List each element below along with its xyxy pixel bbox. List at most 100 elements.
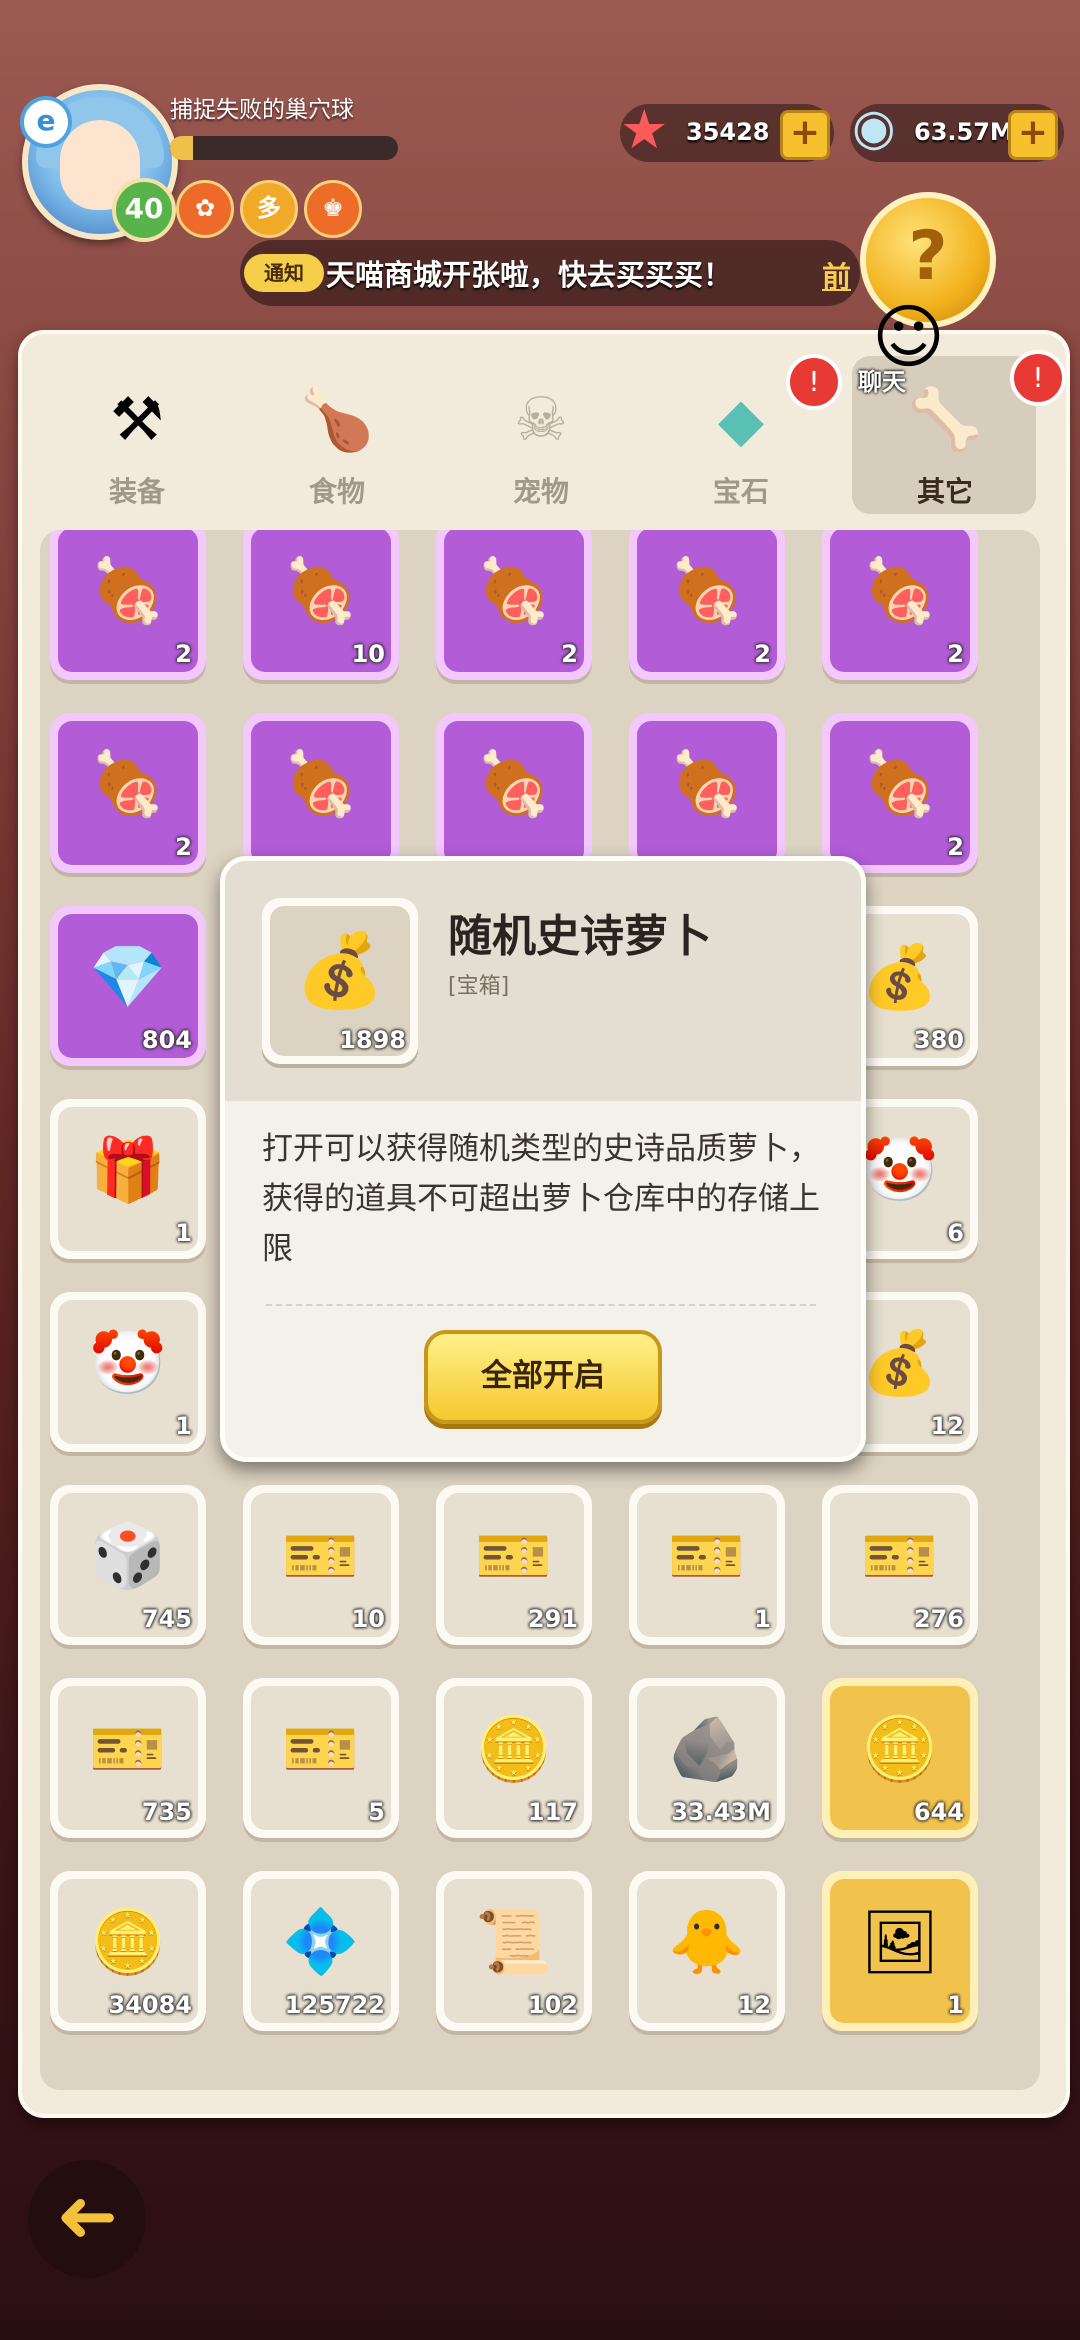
item-count: 33.43M	[671, 1798, 771, 1826]
item-count: 1	[175, 1412, 192, 1440]
item-icon: 💠	[282, 1905, 360, 1978]
buff-icon-1[interactable]: ✿	[176, 180, 234, 238]
tab-label: 食物	[308, 475, 365, 508]
inventory-slot[interactable]: 🍖 2	[822, 713, 978, 873]
skull-icon: ☠	[514, 385, 568, 455]
item-icon: 🖼	[860, 1905, 940, 1978]
inventory-slot[interactable]: 💎 804	[50, 906, 206, 1066]
inventory-slot[interactable]: 🍖	[243, 713, 399, 873]
item-icon: 🍖	[282, 554, 360, 627]
starfish-icon: ★	[620, 98, 669, 161]
back-arrow-icon[interactable]: ➜	[28, 2160, 146, 2278]
item-icon: 🪙	[89, 1905, 167, 1978]
item-icon: 🎲	[89, 1519, 167, 1592]
inventory-slot[interactable]: 🎫 291	[436, 1485, 592, 1645]
item-count: 10	[351, 1605, 385, 1633]
open-all-button[interactable]: 全部开启	[424, 1330, 662, 1424]
add-shell-button[interactable]: +	[1008, 110, 1058, 160]
inventory-slot[interactable]: 🪨 33.43M	[629, 1678, 785, 1838]
tab-pets[interactable]: ☠ 宠物	[466, 360, 616, 510]
item-count: 102	[527, 1991, 578, 2019]
item-icon: 🎁	[89, 1133, 167, 1206]
tab-label: 其它	[916, 475, 973, 508]
inventory-slot[interactable]: 🎲 745	[50, 1485, 206, 1645]
inventory-slot[interactable]: 📜 102	[436, 1871, 592, 2031]
add-starfish-button[interactable]: +	[780, 110, 830, 160]
quest-title[interactable]: 捕捉失败的巢穴球	[170, 90, 354, 124]
exp-progress-bar	[170, 136, 398, 160]
notice-text: 天喵商城开张啦，快去买买买！	[326, 258, 733, 292]
inventory-slot[interactable]: 🍖 2	[436, 530, 592, 680]
item-icon: 🪨	[668, 1712, 746, 1785]
item-count: 2	[175, 833, 192, 861]
inventory-slot[interactable]: 🎫 735	[50, 1678, 206, 1838]
item-count: 12	[930, 1412, 964, 1440]
popup-item-count: 1898	[339, 1026, 406, 1054]
item-count: 644	[913, 1798, 964, 1826]
item-icon: 💰	[861, 940, 939, 1013]
item-count: 6	[947, 1219, 964, 1247]
item-count: 10	[351, 640, 385, 668]
inventory-slot[interactable]: 🍖 10	[243, 530, 399, 680]
item-count: 1	[175, 1219, 192, 1247]
other-alert-icon: !	[1010, 350, 1066, 406]
item-count: 380	[913, 1026, 964, 1054]
item-icon: 🎫	[282, 1519, 360, 1592]
item-count: 804	[141, 1026, 192, 1054]
item-count: 2	[754, 640, 771, 668]
tab-food[interactable]: 🍗 食物	[262, 360, 412, 510]
item-count: 2	[175, 640, 192, 668]
inventory-slot[interactable]: 🎫 1	[629, 1485, 785, 1645]
inventory-slot[interactable]: 🎫 276	[822, 1485, 978, 1645]
item-count: 291	[527, 1605, 578, 1633]
buff-icon-3[interactable]: ♚	[304, 180, 362, 238]
item-count: 2	[947, 833, 964, 861]
popup-title: 随机史诗萝卜	[448, 911, 712, 962]
item-icon: 🍖	[475, 747, 553, 820]
inventory-slot[interactable]: 🍖 2	[50, 713, 206, 873]
item-count: 2	[561, 640, 578, 668]
inventory-slot[interactable]: 🍖 2	[50, 530, 206, 680]
popup-divider	[266, 1304, 816, 1306]
tab-label: 宠物	[512, 475, 569, 508]
food-bowl-icon: 🍗	[299, 385, 375, 455]
notice-go-link[interactable]: 前	[822, 254, 851, 296]
inventory-slot[interactable]: 🐥 12	[629, 1871, 785, 2031]
inventory-slot[interactable]: 🍖	[436, 713, 592, 873]
inventory-slot[interactable]: 🍖	[629, 713, 785, 873]
avatar-badge-icon: e	[20, 96, 72, 148]
tab-equipment[interactable]: ⚒ 装备	[62, 360, 212, 510]
item-icon: 🎫	[861, 1519, 939, 1592]
notice-tag: 通知	[244, 254, 324, 292]
inventory-slot[interactable]: 🪙 34084	[50, 1871, 206, 2031]
shell-icon: ◉	[852, 98, 896, 156]
item-icon: 🎫	[475, 1519, 553, 1592]
inventory-slot[interactable]: 🪙 644	[822, 1678, 978, 1838]
bone-icon: 🦴	[907, 385, 983, 455]
item-count: 745	[141, 1605, 192, 1633]
gem-icon: ◆	[717, 385, 765, 455]
item-icon: 📜	[475, 1905, 553, 1978]
item-icon: 🤡	[89, 1326, 167, 1399]
item-count: 12	[737, 1991, 771, 2019]
inventory-slot[interactable]: 🪙 117	[436, 1678, 592, 1838]
item-count: 2	[947, 640, 964, 668]
item-icon: 🪙	[861, 1712, 939, 1785]
level-badge: 40	[112, 178, 176, 242]
inventory-slot[interactable]: 🎁 1	[50, 1099, 206, 1259]
inventory-slot[interactable]: 🍖 2	[822, 530, 978, 680]
chat-label[interactable]: 聊天	[858, 362, 906, 397]
buff-icon-2[interactable]: 多	[240, 180, 298, 238]
inventory-slot[interactable]: 🎫 5	[243, 1678, 399, 1838]
item-count: 5	[368, 1798, 385, 1826]
inventory-slot[interactable]: 💠 125722	[243, 1871, 399, 2031]
item-icon: 🪙	[475, 1712, 553, 1785]
item-icon: 🍖	[668, 554, 746, 627]
inventory-slot[interactable]: 🤡 1	[50, 1292, 206, 1452]
inventory-slot[interactable]: 🎫 10	[243, 1485, 399, 1645]
item-icon: 🍖	[861, 554, 939, 627]
inventory-slot[interactable]: 🖼 1	[822, 1871, 978, 2031]
item-icon: 💎	[89, 940, 167, 1013]
inventory-slot[interactable]: 🍖 2	[629, 530, 785, 680]
starfish-value: 35428	[686, 118, 770, 146]
